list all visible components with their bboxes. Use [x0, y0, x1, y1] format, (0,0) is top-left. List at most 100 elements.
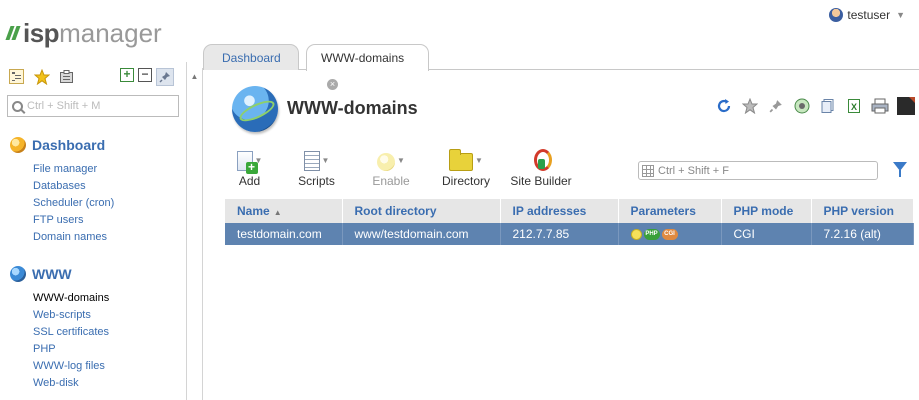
sidebar-search-input[interactable]	[27, 100, 172, 112]
toolbar: + ▼ Add ▼ Scripts ▼ Enable ▼ Directory Si…	[228, 145, 576, 189]
add-button[interactable]: + ▼ Add	[228, 145, 271, 189]
sidebar-item-domain-names[interactable]: Domain names	[33, 229, 114, 246]
add-icon: +	[236, 151, 258, 174]
user-name: testuser	[847, 8, 891, 22]
sidebar-group-label: Dashboard	[32, 137, 106, 153]
table-search-input[interactable]	[658, 164, 868, 177]
pin-icon[interactable]	[767, 97, 785, 115]
cgi-icon: CGI	[661, 228, 678, 240]
sidebar-toolbar: + −	[8, 68, 174, 86]
folder-icon	[449, 149, 474, 171]
php-icon: PHP	[643, 228, 660, 240]
site-builder-button[interactable]: Site Builder	[506, 145, 576, 189]
scripts-button-label: Scripts	[298, 174, 335, 188]
sidebar-item-databases[interactable]: Databases	[33, 178, 114, 195]
tree-view-icon[interactable]	[8, 68, 25, 85]
search-icon	[12, 100, 23, 112]
filter-icon[interactable]	[893, 162, 907, 177]
tab-label: WWW-domains	[321, 51, 405, 65]
cell-php-mode: CGI	[721, 223, 812, 245]
sort-ascending-icon: ▲	[273, 208, 282, 217]
excel-icon[interactable]: X	[845, 97, 863, 115]
tab-dashboard[interactable]: Dashboard	[203, 44, 299, 70]
sidebar-item-www-domains[interactable]: WWW-domains	[33, 290, 109, 307]
refresh-icon[interactable]	[715, 97, 733, 115]
scripts-button[interactable]: ▼ Scripts	[289, 145, 344, 189]
sidebar-item-php[interactable]: PHP	[33, 341, 109, 358]
globe-icon	[232, 86, 278, 132]
app-logo: isp manager	[5, 17, 162, 48]
cell-ip-addresses: 212.7.7.85	[500, 223, 619, 245]
close-icon[interactable]: ×	[327, 79, 338, 91]
column-header-ip-addresses[interactable]: IP addresses	[500, 199, 619, 223]
column-header-parameters[interactable]: Parameters	[618, 199, 722, 223]
scripts-icon	[303, 151, 320, 171]
print-icon[interactable]	[871, 97, 889, 115]
page-title: WWW-domains	[287, 98, 418, 118]
tab-www-domains[interactable]: WWW-domains ×	[306, 44, 429, 91]
grid-icon	[642, 164, 654, 177]
sidebar-group-title[interactable]: Dashboard	[10, 136, 114, 154]
column-header-php-version[interactable]: PHP version	[811, 199, 914, 223]
collapse-arrow-icon: ▲	[190, 72, 199, 81]
favorites-star-icon[interactable]	[33, 68, 50, 85]
site-builder-icon	[532, 149, 552, 171]
sidebar-group-label: WWW	[32, 266, 72, 282]
column-header-php-mode[interactable]: PHP mode	[721, 199, 812, 223]
user-avatar-icon	[829, 8, 844, 22]
sidebar-item-scheduler[interactable]: Scheduler (cron)	[33, 195, 114, 212]
column-header-root-directory[interactable]: Root directory	[342, 199, 501, 223]
svg-text:X: X	[851, 102, 857, 112]
enable-button[interactable]: ▼ Enable	[366, 145, 416, 189]
column-header-name[interactable]: Name ▲	[225, 199, 343, 223]
sidebar-group-title[interactable]: WWW	[10, 265, 109, 283]
sidebar-item-ftp-users[interactable]: FTP users	[33, 212, 114, 229]
site-builder-button-label: Site Builder	[510, 174, 572, 188]
logo-mark-icon	[5, 26, 21, 40]
pin-icon[interactable]	[156, 68, 174, 86]
table-header-row: Name ▲ Root directory IP addresses Parame…	[225, 199, 914, 223]
tab-label: Dashboard	[222, 51, 281, 65]
dark-square-icon[interactable]	[897, 97, 915, 115]
directory-button[interactable]: ▼ Directory	[436, 145, 496, 189]
tab-bar: Dashboard WWW-domains ×	[203, 44, 919, 91]
sidebar: + − Dashboard File manager Databases Sch…	[0, 62, 187, 400]
network-icon[interactable]	[793, 97, 811, 115]
sidebar-item-ssl-certificates[interactable]: SSL certificates	[33, 324, 109, 341]
chevron-down-icon: ▼	[321, 156, 330, 165]
dashboard-icon	[10, 137, 26, 153]
sidebar-item-file-manager[interactable]: File manager	[33, 161, 114, 178]
star-icon[interactable]	[741, 97, 759, 115]
sidebar-group-dashboard: Dashboard File manager Databases Schedul…	[10, 136, 114, 246]
cell-root-directory: www/testdomain.com	[342, 223, 501, 245]
bulb-icon	[377, 153, 396, 171]
sidebar-item-web-scripts[interactable]: Web-scripts	[33, 307, 109, 324]
cell-parameters: PHP CGI	[618, 223, 722, 245]
cell-php-version: 7.2.16 (alt)	[811, 223, 914, 245]
sidebar-group-www: WWW WWW-domains Web-scripts SSL certific…	[10, 265, 109, 392]
header-actions: X	[715, 97, 915, 115]
chevron-down-icon: ▼	[896, 10, 905, 20]
add-button-label: Add	[238, 174, 261, 188]
user-menu[interactable]: testuser ▼	[829, 8, 905, 22]
collapse-all-button[interactable]: −	[138, 68, 152, 82]
chevron-down-icon: ▼	[397, 156, 405, 165]
table-search[interactable]	[638, 161, 878, 180]
sidebar-search[interactable]	[7, 95, 179, 117]
expand-all-button[interactable]: +	[120, 68, 134, 82]
sidebar-item-www-log-files[interactable]: WWW-log files	[33, 358, 109, 375]
clipboard-icon[interactable]	[58, 68, 75, 85]
globe-icon	[10, 266, 26, 282]
sidebar-item-web-disk[interactable]: Web-disk	[33, 375, 109, 392]
enable-button-label: Enable	[372, 174, 410, 188]
domains-table: Name ▲ Root directory IP addresses Parame…	[225, 199, 914, 245]
sidebar-collapse-bar[interactable]: ▲	[187, 68, 203, 400]
cell-name: testdomain.com	[225, 223, 343, 245]
directory-button-label: Directory	[441, 174, 490, 188]
table-row[interactable]: testdomain.com www/testdomain.com 212.7.…	[225, 223, 914, 245]
copy-icon[interactable]	[819, 97, 837, 115]
logo-manager-text: manager	[59, 17, 162, 48]
chevron-down-icon: ▼	[475, 156, 483, 165]
logo-isp-text: isp	[23, 17, 60, 48]
bulb-icon	[630, 228, 642, 240]
